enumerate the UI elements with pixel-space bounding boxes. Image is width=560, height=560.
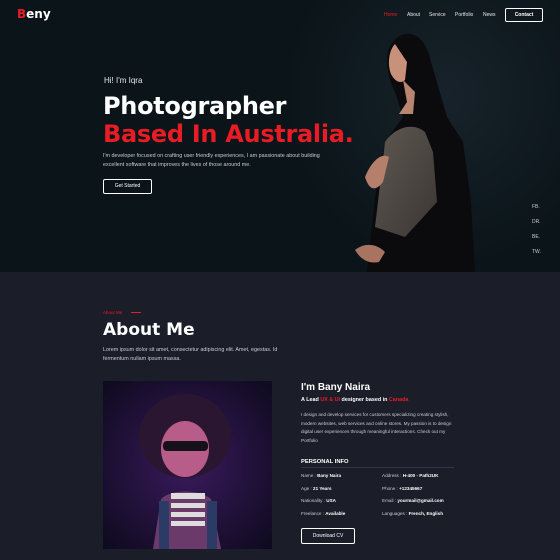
social-link-twitter[interactable]: TW. [532, 249, 541, 255]
info-address: Address : H-400 - Path2UK [382, 473, 439, 478]
subtitle-underline [131, 312, 141, 313]
personal-info-divider [301, 467, 454, 468]
nav-item-portfolio[interactable]: Portfolio [455, 12, 473, 18]
get-started-button[interactable]: Get Started [103, 179, 152, 194]
info-name: Name : Bany Naira [301, 473, 342, 478]
hero-portrait-image [355, 33, 475, 272]
brand-logo[interactable]: Beny [17, 7, 51, 21]
nav-item-home[interactable]: Home [384, 12, 397, 18]
nav-item-news[interactable]: News [483, 12, 496, 18]
hero-greeting: Hi! I'm Iqra [104, 76, 143, 85]
hero-title-accent: Based In Australia. [103, 120, 354, 148]
section-description: Lorem ipsum dolor sit amet, consectetur … [103, 347, 278, 362]
download-cv-button[interactable]: Download CV [301, 528, 355, 544]
hero-intro: I'm developer focused on crafting user f… [103, 153, 320, 168]
hero-section: Beny Home About Service Portfolio News C… [0, 0, 560, 272]
info-nationality: Nationality : USA [301, 498, 336, 503]
social-link-behance[interactable]: BE. [532, 234, 540, 240]
top-navigation: Beny Home About Service Portfolio News C… [0, 0, 560, 30]
info-languages: Languages : French, English [382, 511, 444, 516]
profile-bio: I design and develop services for custom… [301, 412, 452, 443]
contact-button[interactable]: Contact [505, 8, 543, 22]
social-link-facebook[interactable]: FB. [532, 204, 540, 210]
info-phone: Phone : +12345667 [382, 486, 423, 491]
nav-item-service[interactable]: Service [429, 12, 446, 18]
section-subtitle: About Me [103, 310, 123, 315]
hero-title: Photographer [103, 92, 287, 120]
info-age: Age : 21 Years [301, 486, 332, 491]
nav-item-about[interactable]: About [407, 12, 420, 18]
section-title: About Me [103, 320, 195, 340]
about-section [0, 272, 560, 560]
profile-tagline: A Lead UX & UI designer based in Canada [301, 397, 409, 403]
info-freelance: Freelance : Available [301, 511, 346, 516]
social-link-dribbble[interactable]: DR. [532, 219, 541, 225]
profile-photo [103, 381, 272, 549]
profile-name: I'm Bany Naira [301, 382, 371, 393]
personal-info-title: PERSONAL INFO [301, 459, 349, 465]
info-email: Email : yourmail@gmail.com [382, 498, 444, 503]
